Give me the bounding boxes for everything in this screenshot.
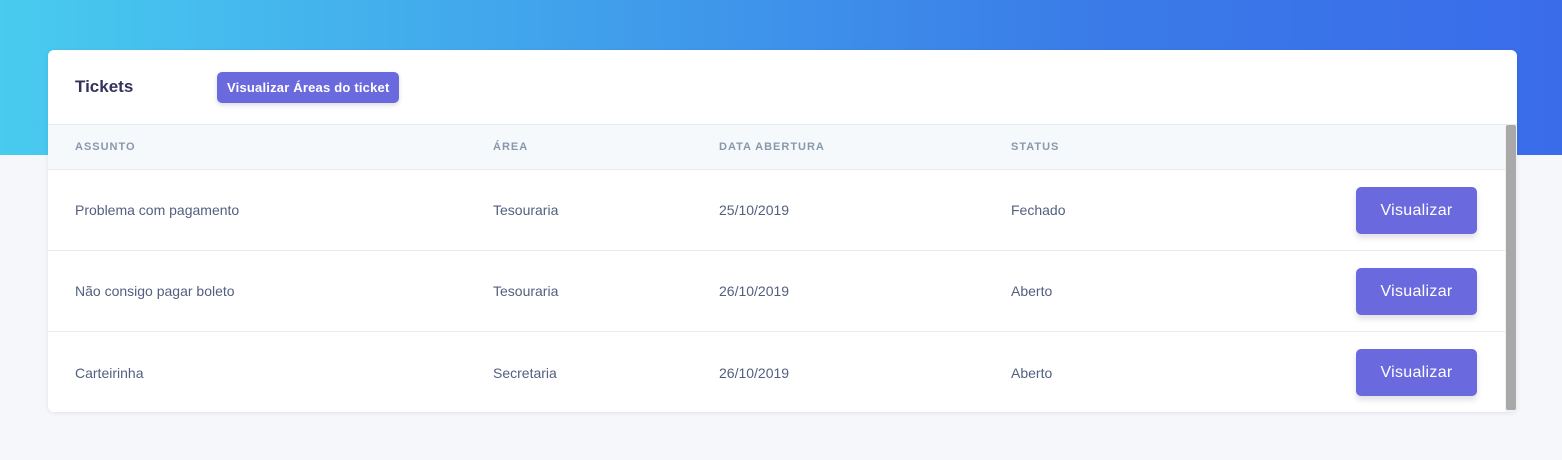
card-header: Tickets Visualizar Áreas do ticket (48, 50, 1517, 125)
cell-assunto: Problema com pagamento (75, 202, 240, 218)
table-header: ASSUNTO ÁREA DATA ABERTURA STATUS (48, 125, 1517, 170)
table-row: Problema com pagamento Tesouraria 25/10/… (48, 170, 1517, 251)
tickets-card: Tickets Visualizar Áreas do ticket ASSUN… (48, 50, 1517, 412)
cell-area: Tesouraria (493, 202, 559, 218)
cell-area: Secretaria (493, 364, 557, 381)
cell-area: Tesouraria (493, 283, 559, 299)
cell-status: Aberto (1011, 283, 1053, 299)
tickets-table: ASSUNTO ÁREA DATA ABERTURA STATUS Proble… (48, 125, 1517, 412)
cell-data-abertura: 26/10/2019 (719, 364, 790, 381)
card-title: Tickets (75, 77, 134, 96)
cell-status: Fechado (1011, 202, 1066, 218)
column-header-status: STATUS (1011, 141, 1060, 153)
scrollbar-thumb[interactable] (1506, 125, 1516, 410)
cell-data-abertura: 25/10/2019 (719, 202, 790, 218)
view-ticket-areas-button[interactable]: Visualizar Áreas do ticket (217, 71, 400, 103)
table-row: Carteirinha Secretaria 26/10/2019 Aberto… (48, 332, 1517, 412)
cell-data-abertura: 26/10/2019 (719, 283, 790, 299)
view-ticket-button[interactable]: Visualizar (1356, 187, 1477, 234)
table-scrollbar[interactable] (1505, 125, 1517, 412)
cell-assunto: Não consigo pagar boleto (75, 283, 235, 299)
view-ticket-button[interactable]: Visualizar (1356, 268, 1477, 315)
column-header-area: ÁREA (493, 141, 529, 153)
cell-assunto: Carteirinha (75, 364, 144, 381)
column-header-assunto: ASSUNTO (75, 141, 136, 153)
column-header-data-abertura: DATA ABERTURA (719, 141, 825, 153)
cell-status: Aberto (1011, 364, 1053, 381)
table-row: Não consigo pagar boleto Tesouraria 26/1… (48, 251, 1517, 332)
view-ticket-button[interactable]: Visualizar (1356, 349, 1477, 396)
